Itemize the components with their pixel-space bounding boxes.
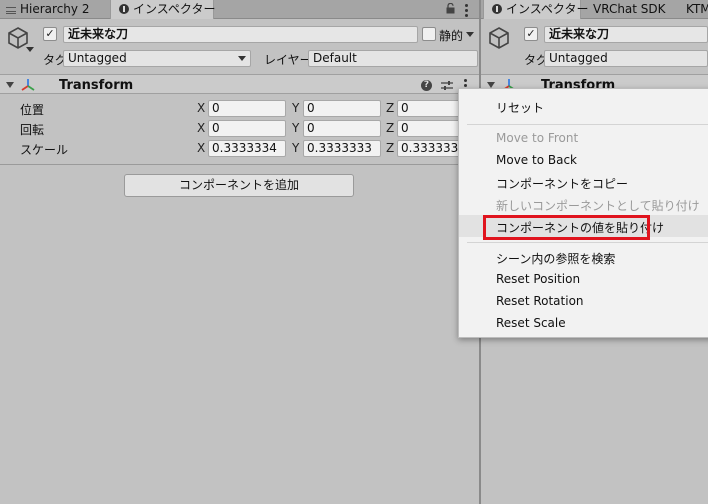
scale-y-field[interactable]: 0.3333333 [303,140,381,157]
add-component-button[interactable]: コンポーネントを追加 [124,174,354,197]
info-icon [492,4,502,14]
position-label: 位置 [20,103,45,117]
rotation-label: 回転 [20,123,45,137]
tab-inspector[interactable]: インスペクター [110,0,216,19]
layer-label: レイヤー [264,53,312,67]
rotation-z-field[interactable]: 0 [397,120,461,137]
axis-z-label: Z [386,101,395,115]
tab-ktm-label: KTM [686,2,708,16]
tab-inspector-right-label: インスペクター [506,2,589,16]
lock-icon[interactable] [446,2,455,14]
axis-z-label: Z [386,121,395,135]
right-tab-bar: インスペクター VRChat SDK KTM [481,0,708,19]
rotation-x-field[interactable]: 0 [208,120,286,137]
tab-ktm[interactable]: KTM [686,0,708,19]
menu-item-reset-rotation[interactable]: Reset Rotation [496,294,584,308]
scale-x-field[interactable]: 0.3333334 [208,140,286,157]
tab-vrchat-sdk-label: VRChat SDK [593,2,666,16]
tag-value-right: Untagged [549,51,608,65]
icon-dropdown-caret[interactable] [26,47,34,52]
gameobject-cube-icon-right [487,26,511,52]
tab-menu-icon[interactable] [465,4,468,19]
menu-item-move-to-front: Move to Front [496,131,579,145]
static-dropdown-caret[interactable] [466,32,474,37]
axis-y-label: Y [292,141,300,155]
menu-item-reset-scale[interactable]: Reset Scale [496,316,566,330]
menu-item-reset-position[interactable]: Reset Position [496,272,580,286]
tab-hierarchy-label: Hierarchy 2 [20,2,90,16]
tab-inspector-right[interactable]: インスペクター [483,0,588,19]
component-context-menu: リセット Move to Front Move to Back コンポーネントを… [458,88,708,338]
left-tab-bar: Hierarchy 2 インスペクター [0,0,479,19]
position-x-field[interactable]: 0 [208,100,286,117]
tag-value: Untagged [68,51,127,65]
menu-separator [467,124,708,125]
menu-item-find-references[interactable]: シーン内の参照を検索 [496,250,615,267]
component-divider [0,164,479,165]
tag-dropdown[interactable]: Untagged [63,50,251,67]
axis-y-label: Y [292,121,300,135]
static-checkbox[interactable] [422,27,436,41]
axis-z-label: Z [386,141,395,155]
rotation-y-field[interactable]: 0 [303,120,381,137]
transform-icon [21,78,35,92]
static-label[interactable]: 静的 [439,27,463,44]
menu-item-copy-component[interactable]: コンポーネントをコピー [496,175,628,192]
transform-title: Transform [59,78,134,93]
object-name-field-right[interactable]: 近未来な刀 [544,26,708,43]
tab-vrchat-sdk[interactable]: VRChat SDK [593,0,666,19]
preset-icon[interactable] [441,80,453,91]
info-icon [119,4,129,14]
hierarchy-icon [6,7,16,14]
transform-header[interactable]: Transform ? [0,74,479,94]
layer-value: Default [313,51,357,65]
position-y-field[interactable]: 0 [303,100,381,117]
highlight-annotation-box [483,215,650,240]
menu-item-paste-component-as-new: 新しいコンポーネントとして貼り付け [496,199,700,213]
axis-y-label: Y [292,101,300,115]
object-name-field[interactable]: 近未来な刀 [63,26,418,43]
tab-hierarchy[interactable]: Hierarchy 2 [6,0,89,19]
axis-x-label: X [197,101,206,115]
position-z-field[interactable]: 0 [397,100,461,117]
tab-inspector-label: インスペクター [133,2,216,16]
help-icon[interactable]: ? [421,80,432,91]
menu-item-reset[interactable]: リセット [496,99,544,116]
active-checkbox-right[interactable]: ✓ [524,27,538,41]
scale-label: スケール [20,143,69,157]
foldout-arrow-icon[interactable] [6,82,14,88]
tag-dropdown-right[interactable]: Untagged [544,50,708,67]
menu-item-move-to-back[interactable]: Move to Back [496,153,577,167]
scale-z-field[interactable]: 0.3333333 [397,140,461,157]
axis-x-label: X [197,121,206,135]
active-checkbox[interactable]: ✓ [43,27,57,41]
menu-separator [467,242,708,243]
axis-x-label: X [197,141,206,155]
chevron-down-icon [238,56,246,61]
layer-dropdown[interactable]: Default [308,50,478,67]
